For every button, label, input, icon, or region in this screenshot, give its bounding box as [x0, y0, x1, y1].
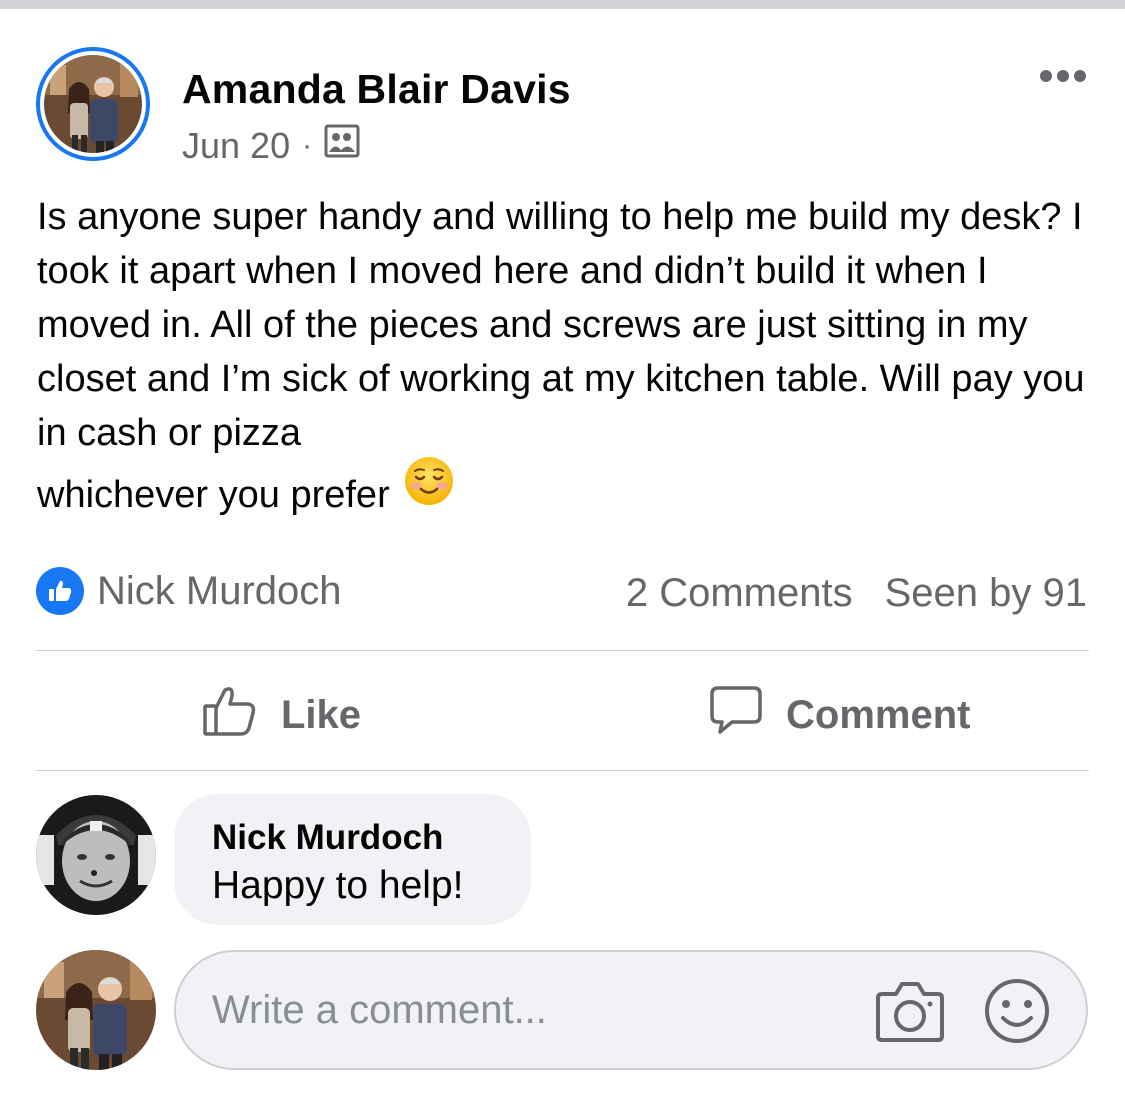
meta-separator: · [302, 128, 313, 162]
divider [36, 770, 1089, 771]
comment-label: Comment [786, 692, 971, 737]
post-text-last-line: whichever you prefer [37, 457, 1097, 530]
post-text-last: whichever you prefer [37, 474, 390, 516]
commenter-avatar[interactable] [36, 795, 156, 915]
post-meta: Jun 20 · [182, 124, 360, 167]
top-separator-bar [0, 0, 1125, 9]
reactions-summary[interactable]: Nick Murdoch [36, 567, 342, 615]
comment-text: Happy to help! [212, 864, 464, 907]
current-user-avatar [36, 950, 156, 1070]
post-counts: 2 Comments Seen by 91 [626, 571, 1087, 616]
comment-input[interactable] [212, 982, 832, 1038]
reactor-name[interactable]: Nick Murdoch [97, 569, 342, 614]
author-avatar[interactable] [36, 47, 150, 161]
comment-composer[interactable] [174, 950, 1088, 1070]
post-author-name[interactable]: Amanda Blair Davis [182, 66, 571, 113]
thumbs-up-icon [201, 682, 259, 748]
post-text-main: Is anyone super handy and willing to hel… [37, 196, 1085, 454]
post-text: Is anyone super handy and willing to hel… [37, 190, 1097, 530]
more-options-icon[interactable] [1040, 70, 1086, 82]
like-badge-icon [36, 567, 84, 615]
post-date[interactable]: Jun 20 [182, 125, 290, 167]
smiley-icon[interactable] [982, 976, 1052, 1051]
comment-bubble[interactable]: Nick Murdoch Happy to help! [174, 794, 531, 925]
like-button[interactable]: Like [201, 682, 361, 748]
group-icon [324, 124, 360, 167]
like-label: Like [281, 692, 362, 737]
author-photo [44, 55, 142, 153]
comment-bubble-icon [708, 682, 764, 748]
seen-by-count[interactable]: Seen by 91 [885, 571, 1087, 616]
comment-button[interactable]: Comment [708, 682, 970, 748]
smiling-face-emoji [404, 456, 454, 529]
camera-icon[interactable] [874, 976, 946, 1049]
comment-author[interactable]: Nick Murdoch [212, 818, 493, 858]
comments-count[interactable]: 2 Comments [626, 571, 853, 616]
divider [36, 650, 1089, 651]
